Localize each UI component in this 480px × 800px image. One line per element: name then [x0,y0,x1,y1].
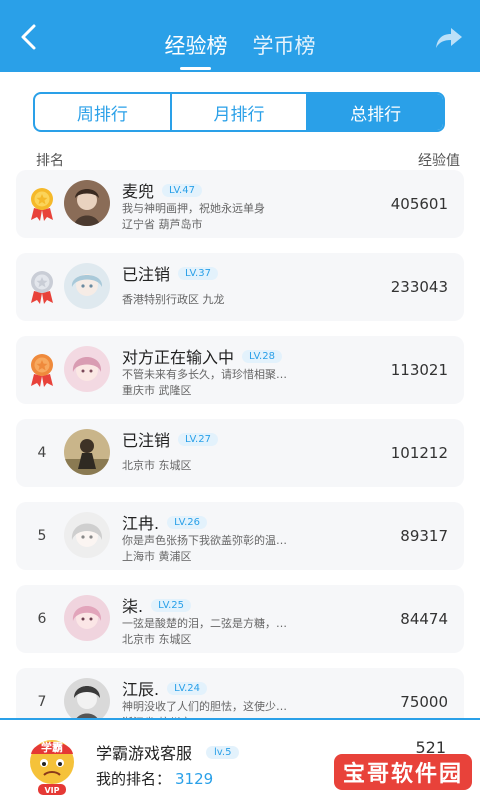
avatar[interactable] [64,263,110,309]
my-name: 学霸游戏客服 [96,744,193,763]
user-name-line: 麦兜 LV.47 [122,178,202,202]
user-name-line: 江辰. LV.24 [122,676,208,700]
user-location: 上海市 黄浦区 [122,550,192,563]
experience-value: 233043 [390,278,448,296]
experience-value: 113021 [390,361,448,379]
user-name: 江冉. [122,514,160,533]
my-rank-value: 3129 [175,770,214,788]
rank-number: 5 [37,528,47,544]
ranking-row[interactable]: 对方正在输入中 LV.28 不管未来有多长久，请珍惜相聚的每一刻；不管... 重… [16,336,464,404]
active-tab-indicator [180,67,212,70]
column-header-experience: 经验值 [418,153,460,169]
period-segmented-control: 周排行 月排行 总排行 [33,92,445,132]
user-name-line: 柒. LV.25 [122,593,192,617]
user-location: 北京市 东城区 [122,633,192,646]
segment-monthly[interactable]: 月排行 [172,94,309,130]
vip-badge: VIP [44,786,59,795]
segment-weekly[interactable]: 周排行 [35,94,172,130]
avatar[interactable] [64,346,110,392]
tab-coins[interactable]: 学币榜 [253,30,316,60]
rank-number: 6 [37,611,47,627]
ranking-row[interactable]: 已注销 LV.37 香港特别行政区 九龙 233043 [16,253,464,321]
user-location: 香港特别行政区 九龙 [122,293,225,306]
user-name: 已注销 [122,431,171,450]
user-name: 柒. [122,597,144,616]
tab-experience[interactable]: 经验榜 [164,30,228,70]
user-signature: 一弦是酸楚的泪，二弦是方糖，三弦点燃篝火，四... [122,617,290,630]
level-badge: LV.47 [162,183,202,197]
avatar[interactable] [64,429,110,475]
user-signature: 我与神明画押，祝她永远单身 [122,202,265,215]
avatar[interactable] [64,180,110,226]
ranking-row[interactable]: 6 柒. LV.25 一弦是酸楚的泪，二弦是方糖，三弦点燃篝火，四... 北京市… [16,585,464,653]
watermark-logo: 宝哥软件园 [334,754,472,790]
my-avatar[interactable]: 学霸 VIP [26,734,78,796]
share-icon[interactable] [434,24,464,52]
avatar[interactable] [64,512,110,558]
user-name-line: 江冉. LV.26 [122,510,208,534]
tab-coins-label: 学币榜 [252,34,316,58]
user-signature: 不管未来有多长久，请珍惜相聚的每一刻；不管... [122,368,290,381]
avatar-headband-text: 学霸 [41,740,63,754]
user-name: 已注销 [122,265,171,284]
experience-value: 101212 [390,444,448,462]
ranking-row[interactable]: 麦兜 LV.47 我与神明画押，祝她永远单身 辽宁省 葫芦岛市 405601 [16,170,464,238]
level-badge: LV.37 [178,266,218,280]
my-rank-label: 我的排名： [96,770,172,788]
rank-number: 4 [37,445,47,461]
top-bar: 经验榜 学币榜 [0,0,480,72]
user-name: 对方正在输入中 [122,348,235,367]
ranking-list: 麦兜 LV.47 我与神明画押，祝她永远单身 辽宁省 葫芦岛市 405601 已… [16,170,464,751]
my-name-line: 学霸游戏客服 lv.5 [96,740,240,764]
user-location: 北京市 东城区 [122,459,192,472]
tab-experience-label: 经验榜 [164,34,228,58]
user-name-line: 已注销 LV.27 [122,427,218,451]
silver-medal-icon [24,253,60,321]
experience-value: 84474 [400,610,448,628]
user-signature: 神明没收了人们的胆怯，这使少年们的青春轰轰烈... [122,700,290,713]
avatar[interactable] [64,595,110,641]
user-name: 江辰. [122,680,160,699]
user-location: 辽宁省 葫芦岛市 [122,218,203,231]
ranking-row[interactable]: 5 江冉. LV.26 你是声色张扬下我欲盖弥彰的温柔理想. 上海市 黄浦区 8… [16,502,464,570]
level-badge: LV.27 [178,432,218,446]
gold-medal-icon [24,170,60,238]
leaderboard-tabs: 经验榜 学币榜 [0,30,480,70]
level-badge: LV.26 [167,515,208,529]
user-name-line: 对方正在输入中 LV.28 [122,344,282,368]
experience-value: 405601 [390,195,448,213]
level-badge: LV.24 [167,681,208,695]
user-name-line: 已注销 LV.37 [122,261,218,285]
ranking-row[interactable]: 4 已注销 LV.27 北京市 东城区 101212 [16,419,464,487]
level-badge: LV.28 [242,349,282,363]
my-rank: 我的排名： 3129 [96,768,213,789]
level-badge: LV.25 [151,598,192,612]
user-location: 重庆市 武隆区 [122,384,192,397]
user-name: 麦兜 [122,182,155,201]
bronze-medal-icon [24,336,60,404]
segment-total[interactable]: 总排行 [308,94,443,130]
experience-value: 89317 [400,527,448,545]
my-level-badge: lv.5 [206,745,240,759]
column-header-rank: 排名 [36,153,64,169]
user-signature: 你是声色张扬下我欲盖弥彰的温柔理想. [122,534,290,547]
